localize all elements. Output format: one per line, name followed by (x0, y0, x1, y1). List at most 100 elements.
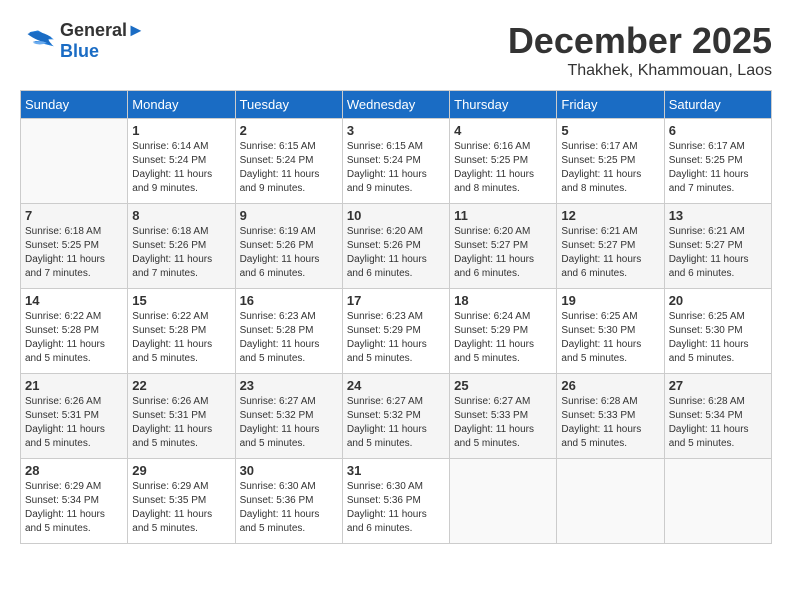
table-row: 1Sunrise: 6:14 AM Sunset: 5:24 PM Daylig… (128, 119, 235, 204)
table-row: 11 Sunrise: 6:20 AM Sunset: 5:27 PM Dayli… (450, 204, 557, 289)
table-row: 22Sunrise: 6:26 AM Sunset: 5:31 PM Dayli… (128, 374, 235, 459)
table-row: 14Sunrise: 6:22 AM Sunset: 5:28 PM Dayli… (21, 289, 128, 374)
day-info: Sunrise: 6:27 AM Sunset: 5:33 PM Dayligh… (454, 395, 552, 451)
day-info: Sunrise: 6:20 AM Sunset: 5:27 PM Dayligh… (454, 225, 552, 281)
calendar-week-row: 28 Sunrise: 6:29 AM Sunset: 5:34 PM Dayli… (21, 459, 772, 544)
table-row: 30 Sunrise: 6:30 AM Sunset: 5:36 PM Dayli… (235, 459, 342, 544)
day-info: Sunrise: 6:18 AM Sunset: 5:25 PM Dayligh… (25, 225, 123, 281)
table-row: 7 Sunrise: 6:18 AM Sunset: 5:25 PM Daylig… (21, 204, 128, 289)
calendar-week-row: 21 Sunrise: 6:26 AM Sunset: 5:31 PM Dayli… (21, 374, 772, 459)
day-info: Sunrise: 6:28 AM Sunset: 5:34 PM Dayligh… (669, 395, 767, 451)
day-info: Sunrise: 6:25 AM Sunset: 5:30 PM Dayligh… (669, 310, 767, 366)
table-row: 19 Sunrise: 6:25 AM Sunset: 5:30 PM Dayli… (557, 289, 664, 374)
day-info: Sunrise: 6:26 AM Sunset: 5:31 PM Dayligh… (25, 395, 123, 451)
day-number: 29 (132, 463, 230, 478)
calendar-week-row: 7 Sunrise: 6:18 AM Sunset: 5:25 PM Daylig… (21, 204, 772, 289)
day-info: Sunrise: 6:23 AM Sunset: 5:28 PM Dayligh… (240, 310, 338, 366)
day-info: Sunrise: 6:25 AM Sunset: 5:30 PM Dayligh… (561, 310, 659, 366)
header-monday: Monday (128, 91, 235, 119)
table-row: 17 Sunrise: 6:23 AM Sunset: 5:29 PM Dayli… (342, 289, 449, 374)
day-info: Sunrise: 6:30 AM Sunset: 5:36 PM Dayligh… (240, 480, 338, 536)
day-number: 18 (454, 293, 552, 308)
day-number: 15 (132, 293, 230, 308)
table-row: 31 Sunrise: 6:30 AM Sunset: 5:36 PM Dayli… (342, 459, 449, 544)
table-row: 13Sunrise: 6:21 AM Sunset: 5:27 PM Dayli… (664, 204, 771, 289)
table-row: 12Sunrise: 6:21 AM Sunset: 5:27 PM Dayli… (557, 204, 664, 289)
table-row: 3Sunrise: 6:15 AM Sunset: 5:24 PM Daylig… (342, 119, 449, 204)
day-number: 12 (561, 208, 659, 223)
day-info: Sunrise: 6:20 AM Sunset: 5:26 PM Dayligh… (347, 225, 445, 281)
header-wednesday: Wednesday (342, 91, 449, 119)
table-row (664, 459, 771, 544)
day-info: Sunrise: 6:23 AM Sunset: 5:29 PM Dayligh… (347, 310, 445, 366)
day-number: 9 (240, 208, 338, 223)
header-thursday: Thursday (450, 91, 557, 119)
day-number: 26 (561, 378, 659, 393)
table-row: 5 Sunrise: 6:17 AM Sunset: 5:25 PM Daylig… (557, 119, 664, 204)
day-info: Sunrise: 6:24 AM Sunset: 5:29 PM Dayligh… (454, 310, 552, 366)
title-block: December 2025 Thakhek, Khammouan, Laos (508, 20, 772, 80)
day-info: Sunrise: 6:17 AM Sunset: 5:25 PM Dayligh… (561, 140, 659, 196)
day-info: Sunrise: 6:15 AM Sunset: 5:24 PM Dayligh… (347, 140, 445, 196)
calendar-week-row: 1Sunrise: 6:14 AM Sunset: 5:24 PM Daylig… (21, 119, 772, 204)
day-info: Sunrise: 6:29 AM Sunset: 5:34 PM Dayligh… (25, 480, 123, 536)
logo-text: General► Blue (60, 20, 145, 62)
day-info: Sunrise: 6:14 AM Sunset: 5:24 PM Dayligh… (132, 140, 230, 196)
header-sunday: Sunday (21, 91, 128, 119)
day-info: Sunrise: 6:19 AM Sunset: 5:26 PM Dayligh… (240, 225, 338, 281)
day-number: 5 (561, 123, 659, 138)
table-row: 9 Sunrise: 6:19 AM Sunset: 5:26 PM Daylig… (235, 204, 342, 289)
table-row: 21 Sunrise: 6:26 AM Sunset: 5:31 PM Dayli… (21, 374, 128, 459)
table-row: 23 Sunrise: 6:27 AM Sunset: 5:32 PM Dayli… (235, 374, 342, 459)
table-row: 20 Sunrise: 6:25 AM Sunset: 5:30 PM Dayli… (664, 289, 771, 374)
day-info: Sunrise: 6:22 AM Sunset: 5:28 PM Dayligh… (25, 310, 123, 366)
table-row: 6Sunrise: 6:17 AM Sunset: 5:25 PM Daylig… (664, 119, 771, 204)
table-row: 28 Sunrise: 6:29 AM Sunset: 5:34 PM Dayli… (21, 459, 128, 544)
day-number: 20 (669, 293, 767, 308)
table-row (557, 459, 664, 544)
day-info: Sunrise: 6:28 AM Sunset: 5:33 PM Dayligh… (561, 395, 659, 451)
table-row: 25Sunrise: 6:27 AM Sunset: 5:33 PM Dayli… (450, 374, 557, 459)
month-title: December 2025 (508, 20, 772, 62)
day-number: 13 (669, 208, 767, 223)
day-number: 21 (25, 378, 123, 393)
day-number: 31 (347, 463, 445, 478)
calendar-week-row: 14Sunrise: 6:22 AM Sunset: 5:28 PM Dayli… (21, 289, 772, 374)
day-number: 4 (454, 123, 552, 138)
day-number: 23 (240, 378, 338, 393)
calendar-table: Sunday Monday Tuesday Wednesday Thursday… (20, 90, 772, 544)
table-row: 27Sunrise: 6:28 AM Sunset: 5:34 PM Dayli… (664, 374, 771, 459)
day-number: 19 (561, 293, 659, 308)
day-number: 2 (240, 123, 338, 138)
table-row: 4 Sunrise: 6:16 AM Sunset: 5:25 PM Daylig… (450, 119, 557, 204)
day-number: 7 (25, 208, 123, 223)
location: Thakhek, Khammouan, Laos (508, 62, 772, 80)
day-info: Sunrise: 6:30 AM Sunset: 5:36 PM Dayligh… (347, 480, 445, 536)
day-info: Sunrise: 6:27 AM Sunset: 5:32 PM Dayligh… (347, 395, 445, 451)
table-row: 15 Sunrise: 6:22 AM Sunset: 5:28 PM Dayli… (128, 289, 235, 374)
table-row: 16Sunrise: 6:23 AM Sunset: 5:28 PM Dayli… (235, 289, 342, 374)
logo: General► Blue (20, 20, 145, 62)
day-number: 24 (347, 378, 445, 393)
day-info: Sunrise: 6:16 AM Sunset: 5:25 PM Dayligh… (454, 140, 552, 196)
day-info: Sunrise: 6:18 AM Sunset: 5:26 PM Dayligh… (132, 225, 230, 281)
logo-icon (20, 27, 56, 55)
table-row (21, 119, 128, 204)
day-number: 10 (347, 208, 445, 223)
day-info: Sunrise: 6:22 AM Sunset: 5:28 PM Dayligh… (132, 310, 230, 366)
table-row: 18 Sunrise: 6:24 AM Sunset: 5:29 PM Dayli… (450, 289, 557, 374)
table-row: 10 Sunrise: 6:20 AM Sunset: 5:26 PM Dayli… (342, 204, 449, 289)
table-row: 26 Sunrise: 6:28 AM Sunset: 5:33 PM Dayli… (557, 374, 664, 459)
day-number: 11 (454, 208, 552, 223)
day-number: 8 (132, 208, 230, 223)
table-row (450, 459, 557, 544)
header-friday: Friday (557, 91, 664, 119)
header-tuesday: Tuesday (235, 91, 342, 119)
page-header: General► Blue December 2025 Thakhek, Kha… (20, 20, 772, 80)
day-number: 30 (240, 463, 338, 478)
day-number: 17 (347, 293, 445, 308)
day-number: 22 (132, 378, 230, 393)
day-number: 28 (25, 463, 123, 478)
day-info: Sunrise: 6:15 AM Sunset: 5:24 PM Dayligh… (240, 140, 338, 196)
day-info: Sunrise: 6:27 AM Sunset: 5:32 PM Dayligh… (240, 395, 338, 451)
